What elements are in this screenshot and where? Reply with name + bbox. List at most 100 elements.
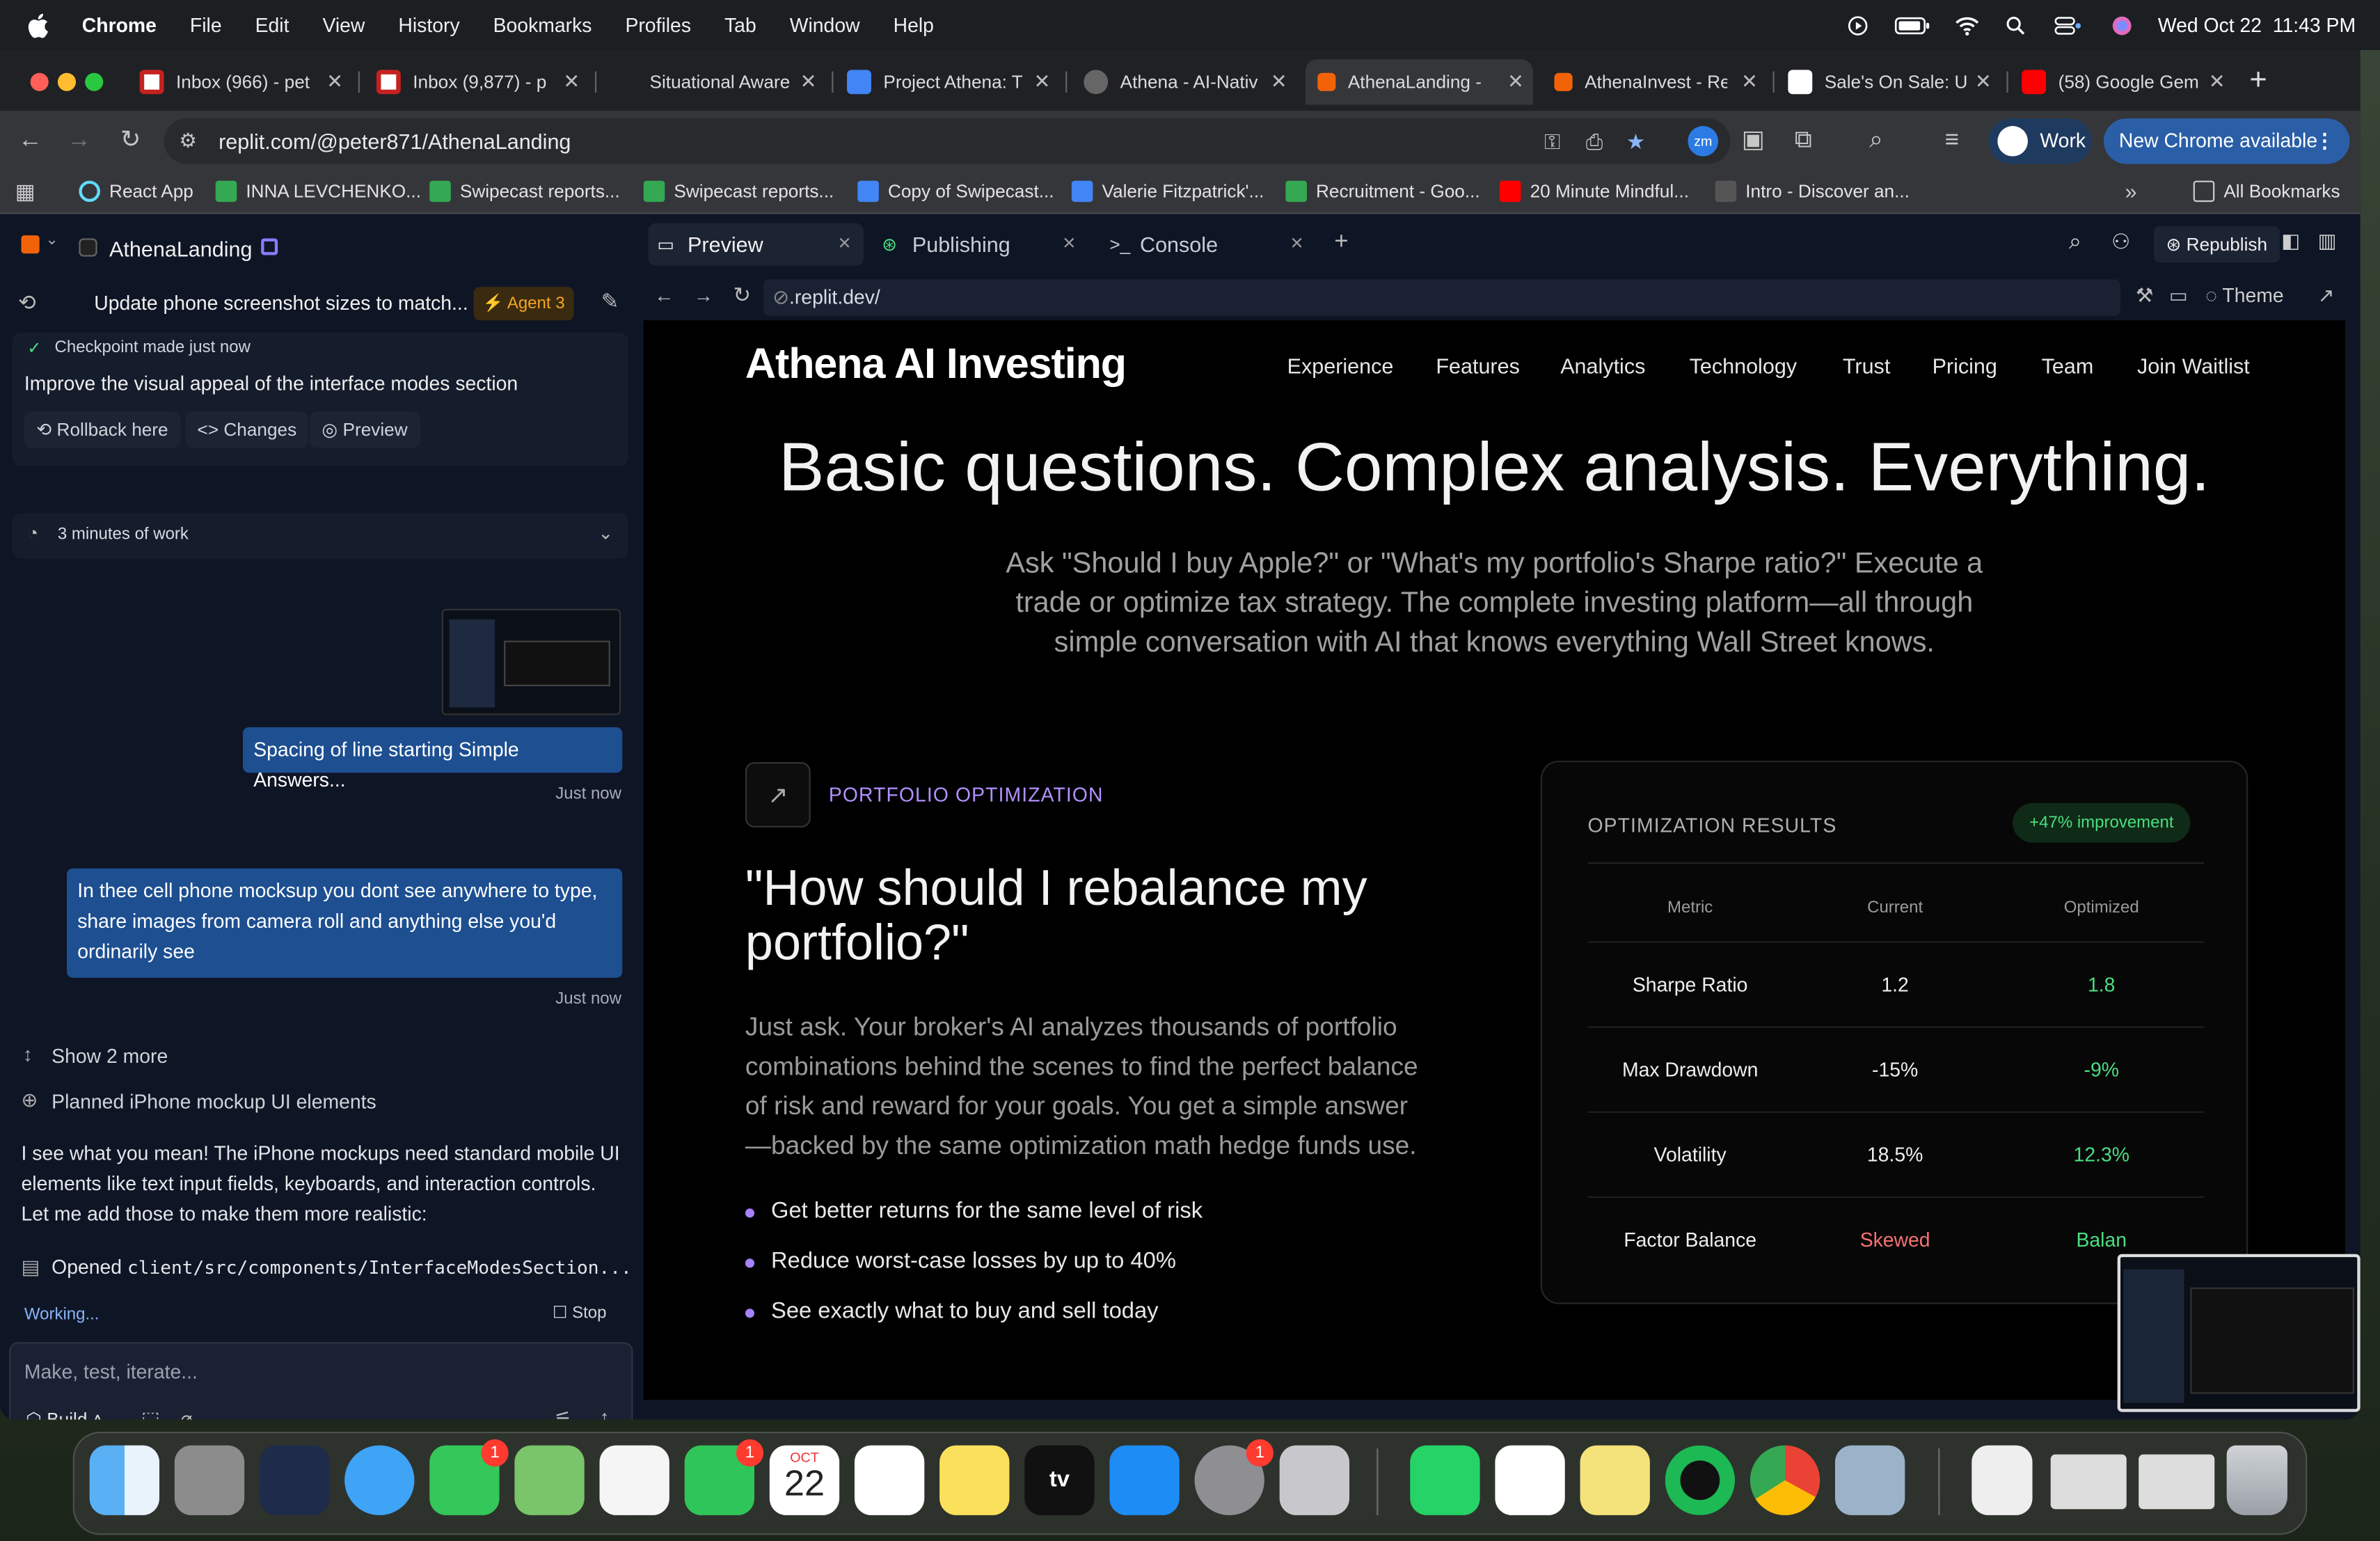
menu-tab[interactable]: Tab [724, 14, 756, 37]
close-tab-icon[interactable]: ✕ [563, 70, 580, 94]
reload-icon[interactable]: ↻ [733, 283, 751, 308]
reminders-icon[interactable] [854, 1445, 925, 1515]
spotify-icon[interactable] [1665, 1445, 1736, 1515]
nav-analytics[interactable]: Analytics [1560, 354, 1645, 378]
screenshot-thumbnail[interactable] [441, 608, 621, 716]
nav-join-waitlist[interactable]: Join Waitlist [2137, 354, 2250, 378]
bookmark-copy-of-swipecast[interactable]: Copy of Swipecast... [857, 180, 1054, 203]
bookmark-recruitment[interactable]: Recruitment - Goo... [1285, 180, 1480, 203]
menu-bookmarks[interactable]: Bookmarks [493, 14, 592, 37]
maximize-window-button[interactable] [85, 72, 104, 91]
close-tab-icon[interactable]: ✕ [326, 70, 343, 94]
apps-grid-icon[interactable]: ▦ [15, 179, 35, 205]
nav-experience[interactable]: Experience [1287, 354, 1394, 378]
tab-athena-ai-native[interactable]: Athena - AI-Nativ ✕ [1072, 59, 1296, 104]
forward-icon[interactable]: → [694, 284, 713, 307]
tab-google-gemini-youtube[interactable]: (58) Google Gem ✕ [2010, 59, 2235, 104]
opened-file-step[interactable]: Opened client/src/components/InterfaceMo… [51, 1256, 632, 1279]
close-tab-icon[interactable]: ✕ [800, 70, 817, 94]
password-key-icon[interactable]: ⚿ [1544, 118, 1560, 164]
devtools-wrench-icon[interactable]: ⚒ [2136, 284, 2153, 308]
calendar-icon[interactable]: OCT 22 [769, 1445, 840, 1515]
nav-trust[interactable]: Trust [1843, 354, 1890, 378]
preview-checkpoint-button[interactable]: ◎ Preview [309, 411, 420, 448]
close-tab-icon[interactable]: ✕ [1741, 70, 1758, 94]
tab-preview[interactable]: ▭ Preview ✕ [648, 223, 864, 266]
apple-icon[interactable] [27, 13, 49, 38]
system-settings-icon[interactable]: 1 [1194, 1439, 1274, 1515]
stickies-icon[interactable] [1580, 1445, 1650, 1515]
trash-icon[interactable] [2226, 1445, 2287, 1515]
messages-icon[interactable]: 1 [429, 1439, 509, 1515]
nav-technology[interactable]: Technology [1690, 354, 1797, 378]
app-store-icon[interactable] [1109, 1445, 1180, 1515]
spotlight-search-icon[interactable] [2003, 15, 2027, 36]
recent-window-icon[interactable] [2139, 1454, 2215, 1510]
bookmark-react-app[interactable]: React App [79, 180, 193, 203]
install-app-icon[interactable]: ⎙ [1586, 118, 1603, 164]
menu-file[interactable]: File [190, 14, 222, 37]
add-tab-icon[interactable]: + [1334, 229, 1348, 256]
preview-url-field[interactable]: ⊘.replit.dev/ [763, 279, 2121, 316]
notes-icon[interactable] [939, 1445, 1010, 1515]
new-tab-button[interactable]: + [2249, 64, 2267, 99]
media-controls-icon[interactable]: ≡ [1937, 126, 1967, 157]
back-icon[interactable]: ← [15, 126, 46, 157]
menu-view[interactable]: View [322, 14, 365, 37]
new-chat-icon[interactable]: ✎ [601, 288, 619, 314]
launchpad-icon[interactable] [174, 1445, 245, 1515]
profile-work-button[interactable]: Work [1988, 118, 2092, 164]
back-icon[interactable]: ← [654, 284, 674, 307]
bookmark-intro[interactable]: Intro - Discover an... [1715, 180, 1910, 203]
close-tab-icon[interactable]: ✕ [1271, 70, 1287, 94]
menu-edit[interactable]: Edit [255, 14, 289, 37]
spark-mail-icon[interactable] [259, 1445, 330, 1515]
invite-user-icon[interactable]: ⚇ [2111, 229, 2130, 255]
chrome-icon[interactable] [1750, 1445, 1820, 1515]
tab-athena-landing[interactable]: AthenaLanding - ✕ [1305, 59, 1533, 105]
document-stack-icon[interactable] [1972, 1445, 2033, 1515]
agent-input-box[interactable]: Make, test, iterate... ⬡ Build ˄ ⬚ ⌀ ⚟ ↑ [9, 1342, 633, 1420]
project-name[interactable]: AthenaLanding [109, 237, 252, 261]
send-arrow-icon[interactable]: ↑ [600, 1406, 610, 1420]
menu-profiles[interactable]: Profiles [625, 14, 691, 37]
reload-icon[interactable]: ↻ [116, 126, 146, 157]
maps-icon[interactable] [514, 1445, 585, 1515]
safari-icon[interactable] [344, 1445, 415, 1515]
screenshot-preview-thumbnail[interactable] [2117, 1254, 2361, 1412]
address-bar[interactable]: ⚙ replit.com/@peter871/AthenaLanding ⚿ ⎙… [164, 118, 1731, 164]
nav-team[interactable]: Team [2042, 354, 2094, 378]
thread-title[interactable]: Update phone screenshot sizes to match..… [94, 292, 468, 315]
history-icon[interactable]: ⟲ [18, 290, 36, 316]
bookmark-inna-levchenko[interactable]: INNA LEVCHENKO... [215, 180, 421, 203]
bookmark-20-minute[interactable]: 20 Minute Mindful... [1499, 180, 1689, 203]
build-mode-button[interactable]: ⬡ Build ˄ [26, 1409, 103, 1419]
photos-icon[interactable] [599, 1445, 669, 1515]
close-tab-icon[interactable]: ✕ [838, 223, 852, 266]
siri-icon[interactable] [2109, 15, 2134, 36]
tab-inbox-1[interactable]: Inbox (966) - pet ✕ [127, 59, 352, 104]
close-tab-icon[interactable]: ✕ [1975, 70, 1992, 94]
chevron-down-icon[interactable]: ⌄ [45, 232, 58, 249]
bookmark-valerie[interactable]: Valerie Fitzpatrick'... [1071, 180, 1264, 203]
changes-button[interactable]: <> Changes [185, 411, 309, 448]
all-bookmarks[interactable]: All Bookmarks [2193, 180, 2340, 203]
device-icon[interactable]: ▭ [2169, 284, 2188, 308]
iphone-mirroring-icon[interactable] [1279, 1445, 1350, 1515]
attach-icon[interactable]: ⌀ [181, 1407, 193, 1419]
tab-sales-on-sale[interactable]: Sale's On Sale: U ✕ [1776, 59, 2001, 104]
rollback-button[interactable]: ⟲ Rollback here [24, 411, 181, 448]
recent-window-icon[interactable] [2050, 1454, 2127, 1510]
open-external-icon[interactable]: ↗ [2318, 284, 2335, 308]
control-center-icon[interactable] [2052, 15, 2085, 36]
minimize-window-button[interactable] [57, 72, 77, 91]
show-more-button[interactable]: Show 2 more [51, 1045, 168, 1068]
bookmark-star-icon[interactable]: ★ [1626, 118, 1645, 164]
menu-help[interactable]: Help [894, 14, 934, 37]
agent-badge[interactable]: ⚡ Agent 3 [473, 287, 574, 321]
close-tab-icon[interactable]: ✕ [1507, 70, 1524, 94]
replit-logo-icon[interactable] [21, 235, 40, 254]
agent-input-field[interactable]: Make, test, iterate... [24, 1360, 198, 1383]
play-icon[interactable] [1846, 15, 1870, 36]
close-tab-icon[interactable]: ✕ [1290, 223, 1303, 266]
